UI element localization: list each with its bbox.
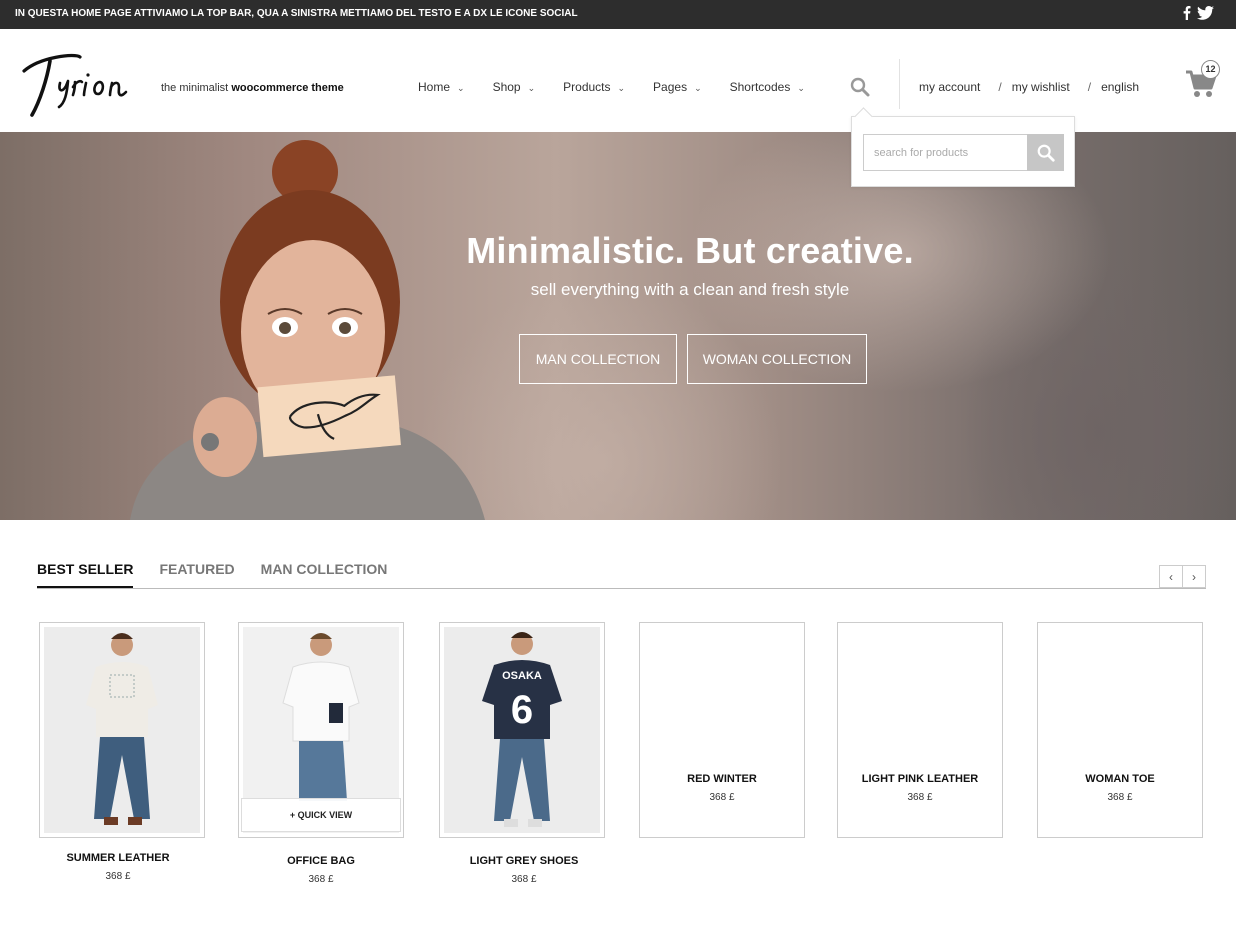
carousel-arrows: ‹ ›	[1159, 565, 1206, 588]
product-name[interactable]: RED WINTER	[640, 773, 804, 785]
product-card[interactable]: LIGHT PINK LEATHER 368 £	[837, 622, 1003, 838]
search-icon	[1037, 144, 1055, 162]
nav-label: Home	[418, 80, 451, 94]
nav-item-shortcodes[interactable]: Shortcodes ⌄	[730, 80, 805, 94]
svg-text:OSAKA: OSAKA	[502, 670, 542, 682]
twitter-icon[interactable]	[1197, 5, 1214, 24]
cart-count-badge: 12	[1201, 60, 1220, 79]
product-name[interactable]: LIGHT GREY SHOES	[441, 855, 607, 867]
my-wishlist-link[interactable]: my wishlist	[1012, 80, 1070, 94]
main-nav: Home ⌄ Shop ⌄ Products ⌄ Pages ⌄ Shortco…	[418, 80, 833, 94]
nav-item-pages[interactable]: Pages ⌄	[653, 80, 702, 94]
chevron-right-icon[interactable]: ›	[1182, 565, 1206, 588]
tab-best-seller[interactable]: BEST SELLER	[37, 561, 134, 588]
hero-headline-bold: But creative.	[695, 230, 914, 271]
chevron-down-icon: ⌄	[797, 82, 805, 93]
product-price: 368 £	[308, 874, 334, 885]
search-dropdown	[851, 116, 1075, 187]
tab-man-collection[interactable]: MAN COLLECTION	[261, 561, 388, 588]
product-price: 368 £	[709, 792, 735, 803]
hero-headline-light: Minimalistic.	[466, 230, 685, 271]
chevron-left-icon[interactable]: ‹	[1159, 565, 1183, 588]
search-input[interactable]	[863, 134, 1028, 171]
cart-button[interactable]: 12	[1184, 59, 1224, 99]
nav-item-home[interactable]: Home ⌄	[418, 80, 465, 94]
product-image: OSAKA 6	[444, 627, 600, 833]
product-price: 368 £	[907, 792, 933, 803]
product-card[interactable]: + QUICK VIEW	[238, 622, 404, 838]
product-card[interactable]: WOMAN TOE 368 £	[1037, 622, 1203, 838]
product-price: 368 £	[105, 871, 131, 882]
product-image	[44, 627, 200, 833]
logo[interactable]	[20, 49, 155, 119]
product-name[interactable]: SUMMER LEATHER	[35, 852, 201, 864]
svg-text:6: 6	[511, 688, 533, 732]
product-price: 368 £	[511, 874, 537, 885]
search-icon[interactable]	[849, 76, 871, 98]
nav-label: Shortcodes	[729, 80, 791, 94]
language-switcher[interactable]: english	[1101, 80, 1139, 94]
my-account-link[interactable]: my account	[919, 80, 980, 94]
product-name[interactable]: LIGHT PINK LEATHER	[838, 773, 1002, 785]
nav-label: Products	[563, 80, 611, 94]
product-name[interactable]: WOMAN TOE	[1038, 773, 1202, 785]
header-divider	[899, 59, 900, 109]
quick-view-button[interactable]: + QUICK VIEW	[241, 798, 401, 832]
top-bar: IN QUESTA HOME PAGE ATTIVIAMO LA TOP BAR…	[0, 0, 1236, 29]
chevron-down-icon: ⌄	[457, 82, 465, 93]
man-collection-button[interactable]: MAN COLLECTION	[519, 334, 677, 384]
chevron-down-icon: ⌄	[527, 82, 536, 93]
facebook-icon[interactable]	[1182, 5, 1191, 24]
tagline: the minimalist woocommerce theme	[161, 82, 344, 94]
product-card[interactable]: RED WINTER 368 £	[639, 622, 805, 838]
chevron-down-icon: ⌄	[617, 82, 626, 93]
product-card[interactable]	[39, 622, 205, 838]
hero-subtitle: sell everything with a clean and fresh s…	[530, 280, 850, 299]
search-submit-button[interactable]	[1027, 134, 1064, 171]
nav-item-shop[interactable]: Shop ⌄	[493, 80, 536, 94]
chevron-down-icon: ⌄	[694, 82, 702, 93]
tagline-prefix: the minimalist	[161, 82, 229, 94]
product-card[interactable]: OSAKA 6	[439, 622, 605, 838]
product-price: 368 £	[1107, 792, 1133, 803]
product-tabs: BEST SELLER FEATURED MAN COLLECTION	[37, 561, 387, 588]
top-bar-message: IN QUESTA HOME PAGE ATTIVIAMO LA TOP BAR…	[15, 8, 578, 19]
nav-label: Pages	[653, 80, 688, 94]
nav-label: Shop	[492, 80, 521, 94]
tabs-divider	[37, 588, 1206, 589]
hero-banner: Minimalistic. But creative. sell everyth…	[0, 132, 1236, 520]
hero-model-image	[130, 140, 485, 520]
product-name[interactable]: OFFICE BAG	[238, 855, 404, 867]
tab-featured[interactable]: FEATURED	[159, 561, 234, 588]
hero-headline: Minimalistic. But creative.	[0, 230, 1236, 272]
separator: /	[1087, 80, 1092, 94]
social-links	[1182, 5, 1214, 24]
woman-collection-button[interactable]: WOMAN COLLECTION	[687, 334, 867, 384]
account-links: my account / my wishlist / english	[919, 80, 1139, 94]
tagline-bold: woocommerce theme	[231, 82, 344, 94]
separator: /	[998, 80, 1002, 94]
nav-item-products[interactable]: Products ⌄	[563, 80, 625, 94]
